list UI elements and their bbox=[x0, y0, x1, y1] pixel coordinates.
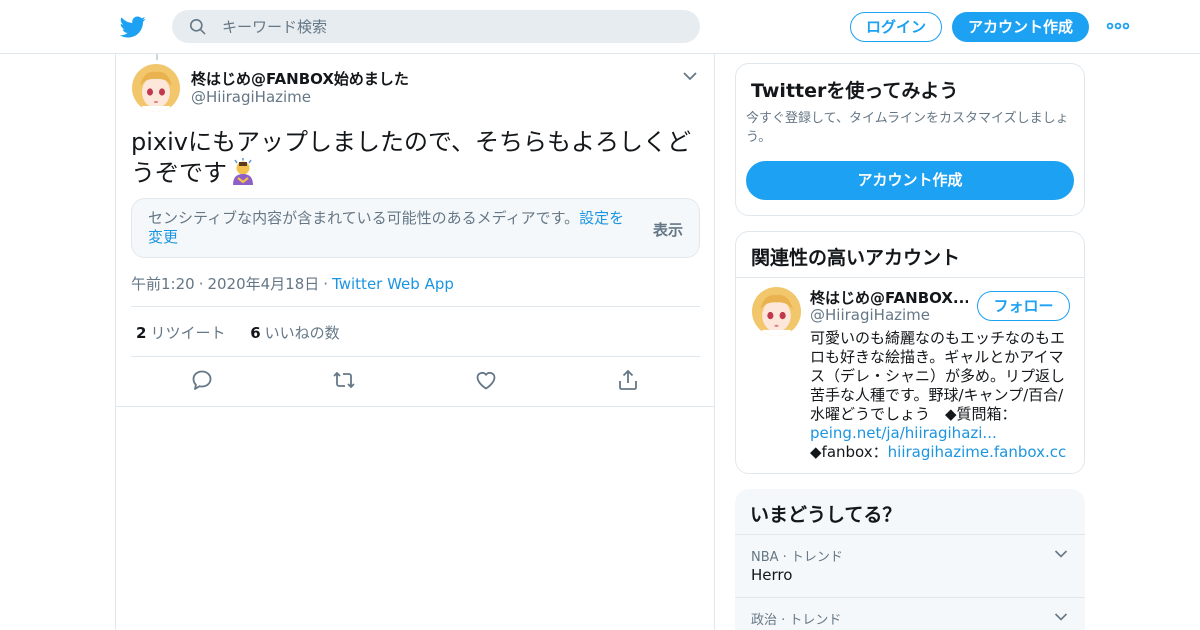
top-navigation-bar: ログイン アカウント作成 bbox=[0, 0, 1200, 54]
follow-button[interactable]: フォロー bbox=[977, 291, 1070, 321]
thread-connector-line bbox=[156, 54, 158, 60]
trend-context: NBA · トレンド bbox=[751, 550, 843, 565]
bio-text: 可愛いのも綺麗なのもエッチなのもエロも好きな絵描き。ギャルとかアイマス（デレ・シ… bbox=[810, 329, 1066, 423]
show-media-button[interactable]: 表示 bbox=[653, 219, 683, 240]
tweet-source-link[interactable]: Twitter Web App bbox=[332, 275, 454, 293]
tweet-text: pixivにもアップしましたので、そちらもよろしくどうぞです bbox=[131, 127, 701, 189]
search-input[interactable] bbox=[222, 10, 682, 43]
avatar[interactable] bbox=[132, 64, 180, 112]
tweet-detail-column: 柊はじめ@FANBOX始めました @HiiragiHazime pixivにもア… bbox=[115, 54, 715, 630]
signup-card-title: Twitterを使ってみよう bbox=[751, 80, 959, 102]
create-account-button[interactable]: アカウント作成 bbox=[746, 161, 1074, 200]
tweet-date: 2020年4月18日 bbox=[207, 275, 320, 293]
meta-separator: · bbox=[323, 275, 329, 293]
avatar-illustration-icon bbox=[132, 64, 180, 112]
sensitive-media-message: センシティブな内容が含まれている可能性のあるメディアです。設定を変更 bbox=[148, 209, 638, 247]
divider bbox=[736, 277, 1084, 278]
person-bowing-emoji-icon bbox=[233, 158, 253, 185]
bio-fanbox-link[interactable]: hiiragihazime.fanbox.cc bbox=[888, 443, 1067, 461]
bio-peing-link[interactable]: peing.net/ja/hiiragihazi... bbox=[810, 424, 997, 442]
divider bbox=[131, 306, 700, 307]
tweet-stats: 2 リツイート 6 いいねの数 bbox=[136, 322, 360, 343]
reply-icon[interactable] bbox=[190, 368, 214, 392]
retweet-label: リツイート bbox=[150, 324, 226, 342]
meta-separator: · bbox=[198, 275, 204, 293]
twitter-bird-logo-icon[interactable] bbox=[120, 14, 146, 40]
sensitive-media-warning: センシティブな内容が含まれている可能性のあるメディアです。設定を変更 表示 bbox=[131, 198, 700, 258]
tweet-author-handle[interactable]: @HiiragiHazime bbox=[191, 88, 311, 106]
more-options-icon[interactable] bbox=[1106, 18, 1130, 34]
trend-context: 政治 · トレンド bbox=[751, 613, 842, 628]
signup-prompt-card: Twitterを使ってみよう 今すぐ登録して、タイムラインをカスタマイズしましょ… bbox=[735, 63, 1085, 216]
retweet-count: 2 bbox=[136, 324, 147, 342]
trends-card: いまどうしてる？ NBA · トレンド Herro 政治 · トレンド bbox=[735, 489, 1085, 630]
tweet-text-body: pixivにもアップしましたので、そちらもよろしくどうぞです bbox=[131, 128, 692, 187]
tweet-actions-bar bbox=[116, 368, 714, 396]
related-accounts-title: 関連性の高いアカウント bbox=[751, 247, 961, 269]
chevron-down-icon[interactable] bbox=[682, 70, 698, 82]
related-account-handle[interactable]: @HiiragiHazime bbox=[810, 306, 930, 324]
related-accounts-card: 関連性の高いアカウント 柊はじめ@FANBOX... @HiiragiHazim… bbox=[735, 231, 1085, 474]
share-icon[interactable] bbox=[616, 368, 640, 392]
avatar[interactable] bbox=[752, 287, 801, 336]
tweet-author-name[interactable]: 柊はじめ@FANBOX始めました bbox=[191, 68, 409, 89]
tweet-metadata: 午前1:20 · 2020年4月18日 · Twitter Web App bbox=[131, 273, 454, 294]
trend-item[interactable]: NBA · トレンド Herro bbox=[735, 534, 1085, 597]
like-count: 6 bbox=[250, 324, 261, 342]
related-account-name[interactable]: 柊はじめ@FANBOX... bbox=[810, 287, 968, 308]
related-account-bio: 可愛いのも綺麗なのもエッチなのもエロも好きな絵描き。ギャルとかアイマス（デレ・シ… bbox=[810, 329, 1074, 462]
tweet-time: 午前1:20 bbox=[131, 275, 195, 293]
search-icon bbox=[189, 18, 206, 35]
chevron-down-icon[interactable] bbox=[1054, 612, 1068, 622]
bio-fanbox-label: ◆fanbox： bbox=[810, 443, 888, 461]
like-stat[interactable]: 6 いいねの数 bbox=[250, 324, 339, 342]
divider bbox=[116, 406, 714, 407]
search-box[interactable] bbox=[172, 10, 700, 43]
retweet-icon[interactable] bbox=[332, 368, 356, 392]
signup-card-subtitle: 今すぐ登録して、タイムラインをカスタマイズしましょう。 bbox=[746, 111, 1069, 145]
trend-item[interactable]: 政治 · トレンド bbox=[735, 597, 1085, 630]
sensitive-message-text: センシティブな内容が含まれている可能性のあるメディアです。 bbox=[148, 209, 580, 227]
trend-name: Herro bbox=[751, 566, 793, 584]
divider bbox=[131, 356, 700, 357]
like-label: いいねの数 bbox=[264, 324, 340, 342]
signup-button[interactable]: アカウント作成 bbox=[952, 12, 1089, 42]
avatar-illustration-icon bbox=[752, 287, 801, 336]
login-button[interactable]: ログイン bbox=[850, 12, 942, 42]
like-heart-icon[interactable] bbox=[474, 368, 498, 392]
retweet-stat[interactable]: 2 リツイート bbox=[136, 324, 225, 342]
trends-title: いまどうしてる？ bbox=[750, 504, 902, 526]
chevron-down-icon[interactable] bbox=[1054, 549, 1068, 559]
